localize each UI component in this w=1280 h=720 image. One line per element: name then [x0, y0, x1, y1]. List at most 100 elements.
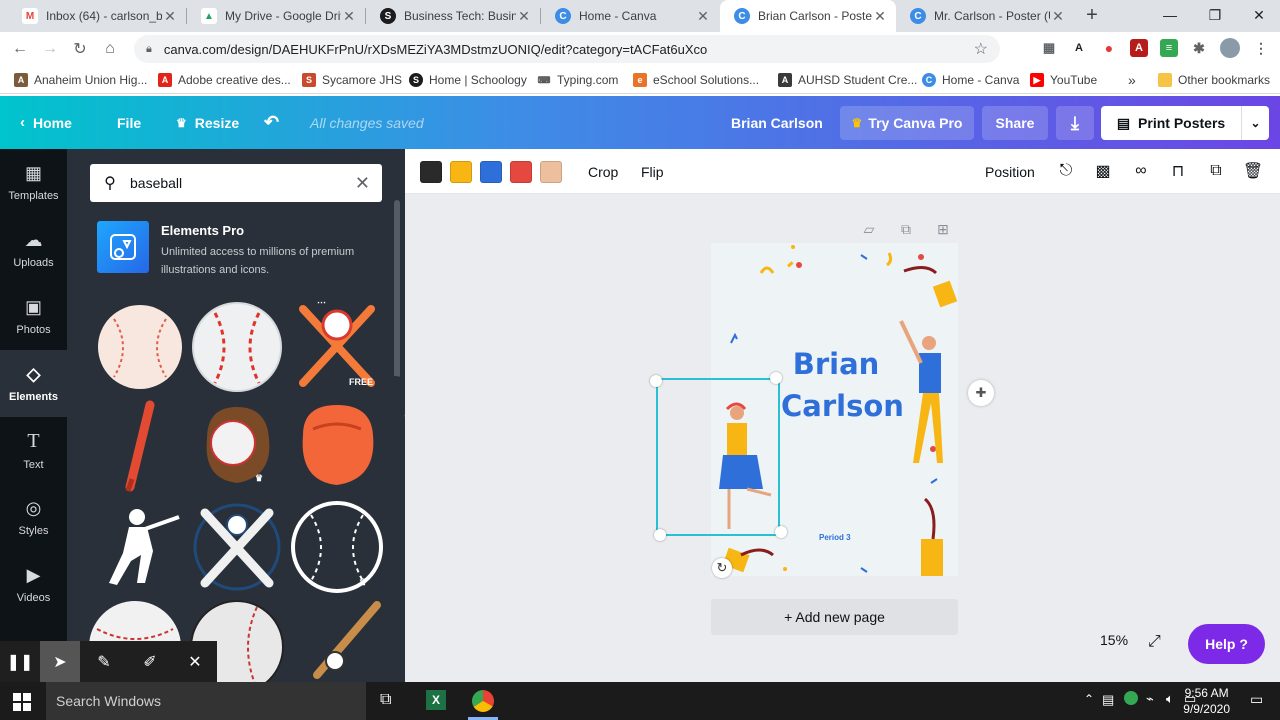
undo-icon[interactable]: ↶ [264, 96, 279, 149]
excel-icon[interactable]: X [426, 690, 446, 710]
close-icon[interactable]: ✕ [175, 641, 215, 682]
reload-icon[interactable]: ↻ [68, 37, 92, 61]
clear-search-close-icon[interactable]: ✕ [355, 173, 370, 194]
download-icon[interactable]: ⤓ [1056, 106, 1094, 140]
batter-silhouette-element[interactable] [87, 499, 183, 595]
zoom-level[interactable]: 15% [1100, 632, 1128, 648]
baseball-glove-element[interactable]: ♛ [189, 399, 285, 495]
fullscreen-expand-icon[interactable]: ⤢ [1148, 633, 1161, 651]
volume-icon[interactable]: 🔈︎ [1166, 691, 1174, 707]
bookmark-adobe[interactable]: A Adobe creative des... [158, 71, 291, 89]
sidebar-item-videos[interactable]: ▶ Videos [0, 551, 67, 618]
more-bookmarks-chevron[interactable]: » [1128, 71, 1136, 89]
close-icon[interactable]: ✕ [341, 8, 357, 25]
bookmark-canva[interactable]: C Home - Canva [922, 71, 1019, 89]
search-input[interactable] [130, 175, 340, 191]
add-page-icon[interactable]: ⊞ [934, 220, 952, 238]
close-icon[interactable]: ✕ [516, 8, 532, 25]
sidebar-item-styles[interactable]: ◎ Styles [0, 484, 67, 551]
baseball-bat-element[interactable] [289, 599, 385, 682]
paint-roller-icon[interactable]: ⎋ [1055, 160, 1077, 182]
baseball-outline-element[interactable]: ♛ [289, 499, 385, 595]
pause-icon[interactable]: ❚❚ [0, 641, 40, 682]
bookmark-schoology[interactable]: S Home | Schoology [409, 71, 527, 89]
pointer-icon[interactable]: ➤ [40, 641, 80, 682]
link-icon[interactable]: ∞ [1130, 160, 1152, 182]
network-icon[interactable]: ⌁ [1146, 691, 1154, 707]
grid-extension-icon[interactable]: ▦ [1040, 39, 1058, 57]
rotate-icon[interactable]: ↻ [712, 558, 732, 578]
bookmark-anaheim-union[interactable]: A Anaheim Union Hig... [14, 71, 147, 89]
color-swatch[interactable] [420, 161, 442, 183]
add-new-page-button[interactable]: + Add new page [711, 599, 958, 635]
color-swatch[interactable] [450, 161, 472, 183]
extension-red-icon[interactable]: ● [1100, 39, 1118, 57]
elements-pro-promo[interactable]: Elements Pro Unlimited access to million… [97, 221, 387, 276]
back-arrow-icon[interactable]: ← [8, 37, 32, 61]
windows-start-icon[interactable] [12, 692, 32, 712]
url-field[interactable]: 🔒︎ canva.com/design/DAEHUKFrPnU/rXDsMEZi… [134, 35, 1000, 63]
bookmark-auhsd[interactable]: A AUHSD Student Cre... [778, 71, 917, 89]
lock-icon[interactable]: ⊓ [1167, 160, 1189, 182]
crossed-bats-baseball-element[interactable]: ⋯ FREE [289, 297, 385, 395]
print-options-chevron-down-icon[interactable]: ⌄ [1241, 106, 1269, 140]
add-comment-icon[interactable]: ✚ [968, 380, 994, 406]
notifications-icon[interactable]: ▭ [1250, 691, 1263, 708]
baseball-element[interactable] [92, 299, 188, 395]
restore-icon[interactable]: ❐ [1193, 0, 1237, 30]
design-owner-name[interactable]: Brian Carlson [731, 96, 823, 149]
other-bookmarks[interactable]: Other bookmarks [1158, 71, 1270, 89]
adobe-pdf-icon[interactable]: A [1130, 39, 1148, 57]
sidebar-item-elements[interactable]: ◇ Elements [0, 350, 67, 417]
duplicate-icon[interactable]: ⧉ [1205, 160, 1227, 182]
page-notes-icon[interactable]: ▱ [860, 220, 878, 238]
sidebar-item-uploads[interactable]: ☁ Uploads [0, 216, 67, 283]
color-swatch[interactable] [480, 161, 502, 183]
forward-arrow-icon[interactable]: → [38, 37, 62, 61]
trash-icon[interactable]: 🗑︎ [1242, 160, 1264, 182]
status-tray-icon[interactable] [1124, 691, 1138, 705]
tab-schoology[interactable]: S Business Tech: Business ✕ [366, 0, 540, 32]
color-swatch[interactable] [510, 161, 532, 183]
share-button[interactable]: Share [982, 106, 1048, 140]
baseball-element[interactable] [189, 299, 285, 395]
resize-handle[interactable] [654, 529, 666, 541]
bookmark-sycamore[interactable]: S Sycamore JHS [302, 71, 402, 89]
more-options-icon[interactable]: ⋯ [317, 297, 326, 308]
show-hidden-icons-icon[interactable]: ⌃ [1084, 692, 1094, 706]
tab-mr-carlson-poster[interactable]: C Mr. Carlson - Poster (US ✕ [896, 0, 1074, 32]
resize-handle[interactable] [650, 375, 662, 387]
home-button[interactable]: ‹ Home [20, 96, 72, 149]
close-icon[interactable]: ✕ [1050, 8, 1066, 25]
help-button[interactable]: Help ? [1188, 624, 1265, 664]
resize-button[interactable]: ♛ Resize [176, 96, 239, 149]
bookmark-typing[interactable]: ⌨︎ Typing.com [537, 71, 618, 89]
new-tab-button[interactable]: + [1080, 4, 1104, 28]
bookmark-eschool[interactable]: e eSchool Solutions... [633, 71, 759, 89]
tab-google-drive[interactable]: ▲ My Drive - Google Driv ✕ [187, 0, 365, 32]
bookmark-youtube[interactable]: ▶ YouTube [1030, 71, 1097, 89]
system-tray-icon[interactable]: ▤ [1102, 692, 1114, 708]
highlighter-icon[interactable]: ✐ [130, 641, 170, 682]
poster-period-text[interactable]: Period 3 [819, 533, 851, 542]
close-icon[interactable]: ✕ [695, 8, 711, 25]
sidebar-item-photos[interactable]: ▣ Photos [0, 283, 67, 350]
tab-gmail[interactable]: M Inbox (64) - carlson_b@ ✕ [8, 0, 186, 32]
position-button[interactable]: Position [985, 149, 1035, 194]
system-clock[interactable]: 9:56 AM 9/9/2020 [1183, 685, 1230, 717]
element-search-box[interactable]: ⚲ ✕ [90, 164, 382, 202]
taskbar-search-field[interactable]: Search Windows [46, 682, 366, 720]
close-icon[interactable]: ✕ [162, 8, 178, 25]
profile-avatar[interactable] [1220, 38, 1240, 58]
print-posters-button[interactable]: ▤ Print Posters [1101, 106, 1241, 140]
crossed-bats-badge-element[interactable] [189, 499, 285, 595]
tab-canva-home[interactable]: C Home - Canva ✕ [541, 0, 719, 32]
baseball-glove-element[interactable] [289, 399, 385, 495]
color-swatch[interactable] [540, 161, 562, 183]
window-close-icon[interactable]: ✕ [1237, 0, 1280, 30]
try-canva-pro-button[interactable]: ♛ Try Canva Pro [840, 106, 974, 140]
poster-name-heading[interactable]: Brian Carlson [781, 343, 904, 427]
sidebar-item-text[interactable]: T Text [0, 417, 67, 484]
panel-scrollbar[interactable] [394, 200, 400, 380]
chrome-icon[interactable] [472, 690, 494, 712]
